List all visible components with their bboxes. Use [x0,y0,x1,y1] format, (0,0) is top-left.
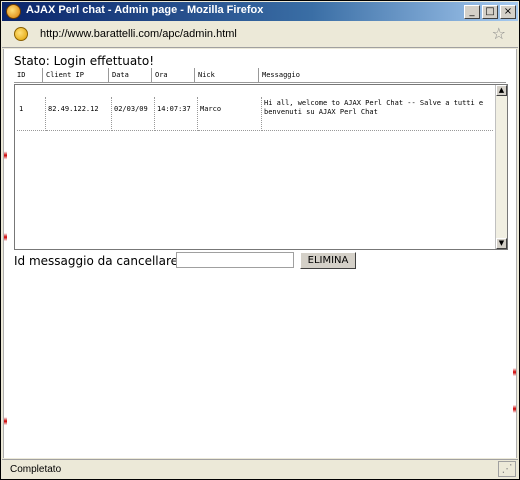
vertical-scrollbar[interactable]: ▲ ▼ [495,85,507,249]
cell-id: 1 [17,97,46,131]
table-row[interactable]: 1 82.49.122.12 02/03/09 14:07:37 Marco H… [15,97,493,131]
delete-form: Id messaggio da cancellare : ELIMINA [14,252,508,270]
status-bar: Completato ⋰ [2,459,518,479]
messages-list[interactable]: 1 82.49.122.12 02/03/09 14:07:37 Marco H… [14,84,508,250]
cell-client-ip: 82.49.122.12 [46,97,112,131]
column-header-data: Data [109,68,152,83]
column-header-messaggio: Messaggio [262,71,300,79]
status-bar-text: Completato [10,464,62,475]
browser-window: AJAX Perl chat - Admin page - Mozilla Fi… [0,0,520,480]
login-status: Stato: Login effettuato! [14,54,155,68]
url-text[interactable]: http://www.barattelli.com/apc/admin.html [40,28,237,40]
scroll-up-arrow-icon[interactable]: ▲ [496,85,507,96]
table-header: ID Client IP Data Ora Nick Messaggio [14,68,506,83]
firefox-icon [6,4,21,19]
site-favicon-icon [14,27,28,41]
left-background-stripe [4,49,7,458]
cell-messaggio: Hi all, welcome to AJAX Perl Chat -- Sal… [262,97,493,131]
column-header-client-ip: Client IP [43,68,109,83]
title-bar[interactable]: AJAX Perl chat - Admin page - Mozilla Fi… [2,2,518,21]
address-bar[interactable]: http://www.barattelli.com/apc/admin.html… [2,22,518,48]
bookmark-star-icon[interactable]: ☆ [492,24,506,43]
column-header-ora: Ora [152,68,195,83]
right-background-stripe [513,49,516,458]
delete-id-label: Id messaggio da cancellare : [14,254,186,268]
maximize-button[interactable]: □ [482,5,498,19]
close-button[interactable]: × [500,5,516,19]
cell-nick: Marco [198,97,262,131]
column-header-id: ID [14,68,43,83]
window-title: AJAX Perl chat - Admin page - Mozilla Fi… [26,4,264,16]
delete-id-input[interactable] [176,252,294,268]
resize-grip-icon[interactable]: ⋰ [498,461,516,477]
scroll-down-arrow-icon[interactable]: ▼ [496,238,507,249]
cell-data: 02/03/09 [112,97,155,131]
page-content: Stato: Login effettuato! ID Client IP Da… [3,49,517,458]
minimize-button[interactable]: _ [464,5,480,19]
column-header-nick: Nick [195,68,259,83]
elimina-button[interactable]: ELIMINA [300,252,356,269]
cell-ora: 14:07:37 [155,97,198,131]
